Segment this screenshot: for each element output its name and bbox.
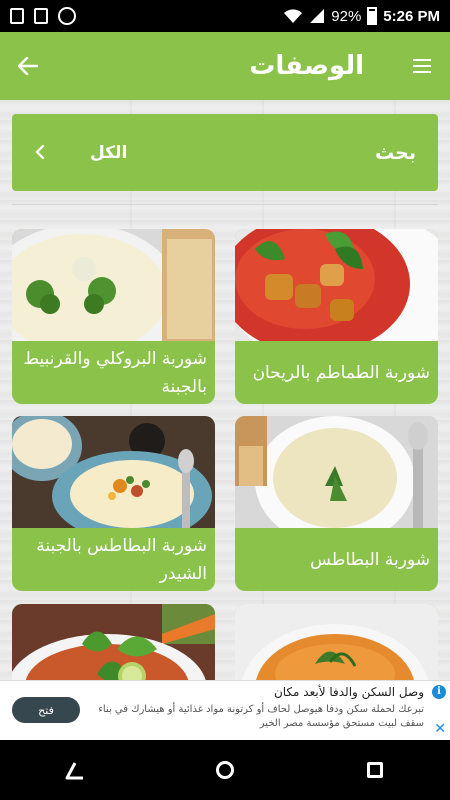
status-bar: 92% 5:26 PM (0, 0, 450, 32)
battery-percent: 92% (331, 7, 362, 25)
recipe-card[interactable]: شوربة البروكلي والقرنبيط بالجبنة (12, 229, 215, 404)
recipe-image-tomato-soup (235, 229, 438, 341)
recipe-image-potato-soup (235, 416, 438, 528)
nav-home-button[interactable] (205, 750, 245, 790)
ad-banner[interactable]: فتح وصل السكن والدفا لأبعد مكان تبرعك لح… (0, 680, 450, 740)
recipe-card[interactable]: شوربة البطاطس (235, 416, 438, 591)
recipes-list[interactable]: الكل بحث شوربة الطماطم بالريحان شوربة ال… (0, 100, 450, 680)
category-selector[interactable]: الكل (90, 143, 127, 163)
clock: 5:26 PM (383, 7, 440, 25)
recipe-image-broccoli-soup (12, 229, 215, 341)
recipe-title: شوربة البطاطس بالجبنة الشيدر (36, 535, 207, 584)
ad-body: تبرعك لحملة سكن ودفا هيوصل لحاف أو كرتون… (98, 704, 424, 729)
back-button[interactable] (0, 32, 56, 100)
recipe-title: شوربة الطماطم بالريحان (252, 362, 430, 383)
arrow-left-icon (18, 57, 38, 75)
chevron-left-icon[interactable] (34, 141, 74, 165)
recipe-card[interactable] (12, 604, 215, 680)
battery-icon (367, 7, 378, 25)
system-nav-bar (0, 740, 450, 800)
recipe-image-carrot-soup (235, 604, 438, 680)
recipe-image-potato-cheddar-soup (12, 416, 215, 528)
info-icon[interactable]: i (432, 685, 446, 699)
recipe-image-green-soup (12, 604, 215, 680)
app-bar: الوصفات (0, 32, 450, 100)
messenger-icon (58, 7, 76, 25)
phone-notification-icon (34, 8, 48, 24)
recipe-card[interactable]: شوربة الطماطم بالريحان (235, 229, 438, 404)
search-button[interactable]: بحث (375, 142, 416, 164)
divider (12, 204, 438, 205)
page-title: الوصفات (249, 51, 364, 81)
nav-recents-button[interactable] (355, 750, 395, 790)
wifi-icon (284, 9, 303, 23)
recipe-title: شوربة البطاطس (310, 549, 430, 570)
ad-open-button[interactable]: فتح (12, 697, 80, 723)
home-circle-icon (216, 761, 234, 779)
menu-button[interactable] (394, 32, 450, 100)
signal-icon (310, 9, 325, 23)
hamburger-menu-icon (413, 59, 431, 73)
filter-bar: الكل بحث (12, 114, 438, 191)
back-triangle-icon (65, 762, 83, 780)
recents-square-icon (367, 762, 383, 778)
nav-back-button[interactable] (55, 750, 95, 790)
sd-card-icon (10, 8, 24, 24)
recipe-card[interactable]: شوربة البطاطس بالجبنة الشيدر (12, 416, 215, 591)
recipe-title: شوربة البروكلي والقرنبيط بالجبنة (23, 348, 207, 397)
close-icon[interactable]: ✕ (434, 721, 446, 737)
recipe-card[interactable] (235, 604, 438, 680)
ad-title: وصل السكن والدفا لأبعد مكان (273, 685, 424, 699)
